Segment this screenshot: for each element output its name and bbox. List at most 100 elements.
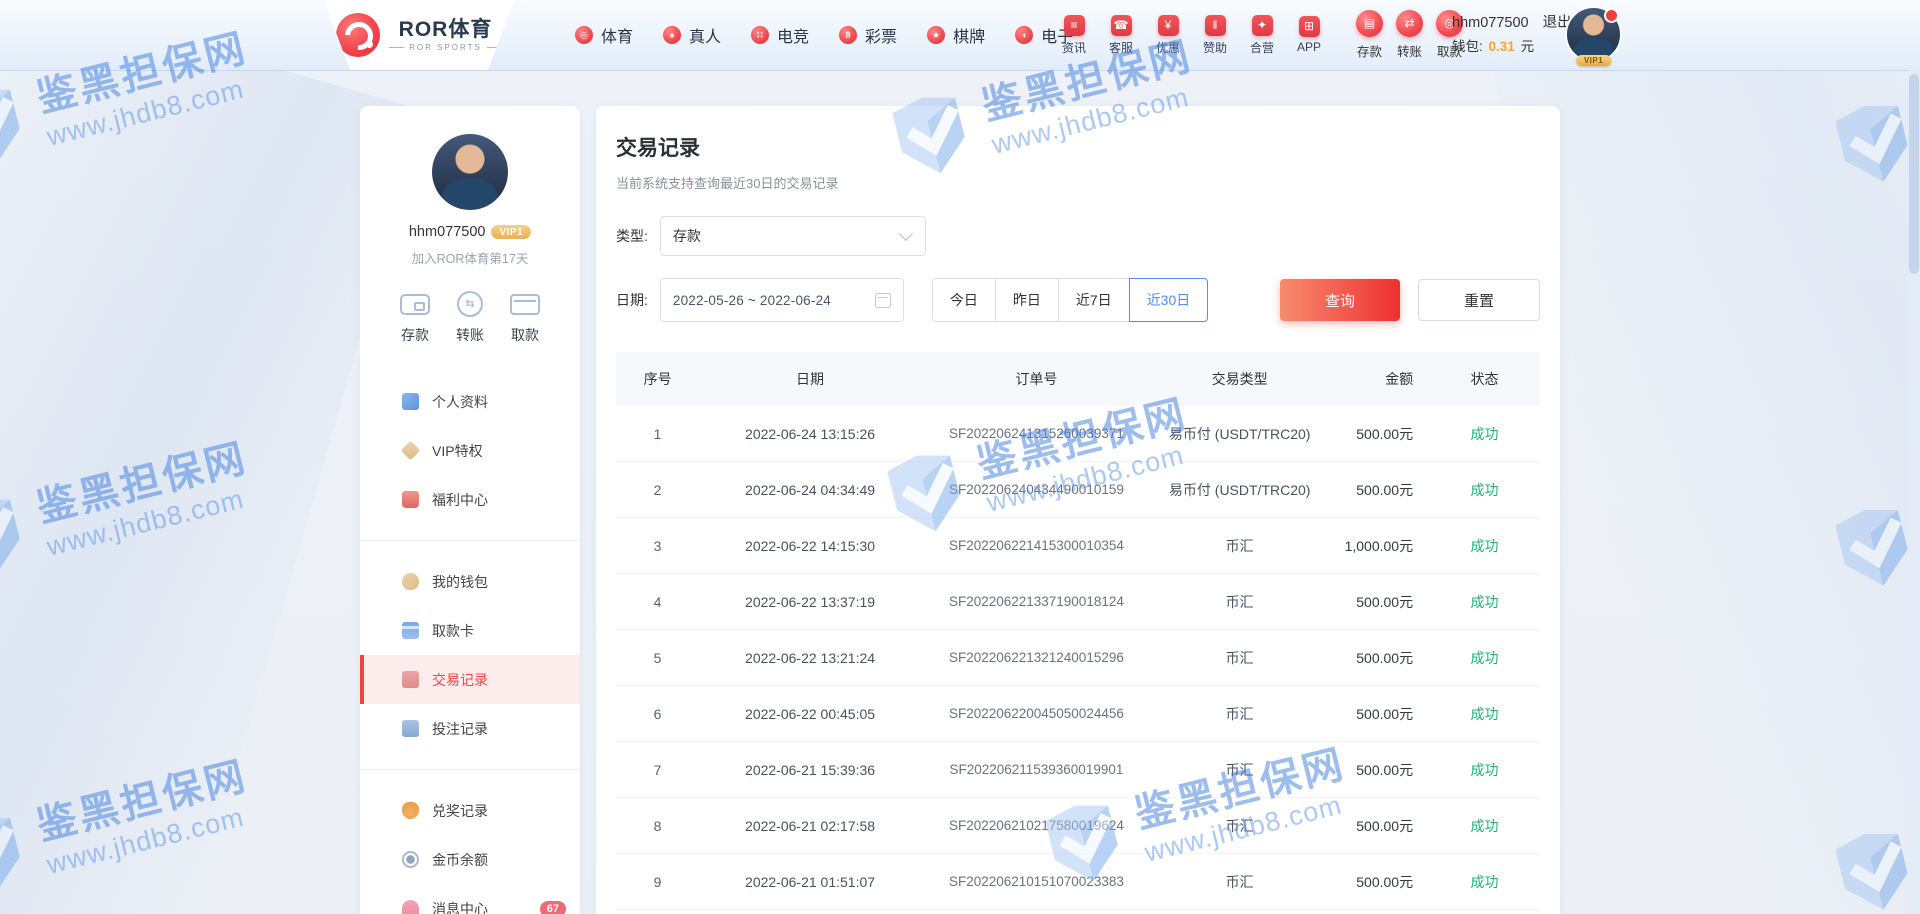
- column-header: 序号: [616, 369, 699, 389]
- quick-link-promo[interactable]: ¥优惠: [1152, 15, 1184, 56]
- watermark: 鉴黑担保网www.jhdb8.com: [0, 749, 261, 909]
- esports-icon: ∷: [751, 26, 769, 44]
- bell-icon: [402, 900, 419, 914]
- page: ROR体育 ROR SPORTS ◎体育♠真人∷电竞8彩票★棋牌◖电子 ≡资讯☎…: [0, 0, 1920, 914]
- search-button[interactable]: 查询: [1280, 279, 1400, 321]
- id-card-icon: [402, 393, 419, 410]
- sidebar-item-messages[interactable]: 消息中心67: [360, 884, 580, 914]
- wallet-balance: 0.31: [1489, 39, 1515, 54]
- range-button-yesterday[interactable]: 昨日: [995, 278, 1059, 322]
- column-header: 交易类型: [1152, 369, 1328, 389]
- date-label: 日期:: [616, 290, 648, 310]
- cell-status: 成功: [1429, 648, 1540, 668]
- watermark-url: www.jhdb8.com: [44, 70, 260, 152]
- user-block: hhm077500 退出 钱包: 0.31 元: [1452, 13, 1572, 57]
- scrollbar[interactable]: [1908, 70, 1920, 914]
- quick-link-app[interactable]: ⊞APP: [1293, 16, 1325, 54]
- brand-swirl-icon: [336, 13, 380, 57]
- quick-link-news[interactable]: ≡资讯: [1058, 15, 1090, 56]
- sidebar-item-wallet[interactable]: 我的钱包: [360, 557, 580, 606]
- nav-item-live[interactable]: ♠真人: [663, 23, 721, 47]
- sidebar-item-prizes[interactable]: 兑奖记录: [360, 786, 580, 835]
- column-header: 状态: [1429, 369, 1540, 389]
- promo-icon: ¥: [1158, 15, 1179, 36]
- wallet-line: 钱包: 0.31 元: [1452, 37, 1572, 57]
- topnav-action-transfer[interactable]: ⇄转账: [1396, 10, 1423, 60]
- cell-date: 2022-06-21 02:17:58: [699, 818, 921, 834]
- range-button-today[interactable]: 今日: [932, 278, 996, 322]
- type-select[interactable]: 存款: [660, 216, 926, 256]
- quick-links: ≡资讯 ☎客服 ¥优惠 ‖赞助 ✦合营 ⊞APP: [1058, 0, 1325, 70]
- bank-card-icon: [402, 622, 419, 639]
- table-row: 12022-06-24 13:15:26SF202206241315260039…: [616, 406, 1540, 462]
- sidebar-action-transfer[interactable]: ⇆转账: [456, 289, 484, 345]
- nav-item-label: 体育: [601, 23, 633, 47]
- dash-left: [389, 47, 404, 48]
- profile-username: hhm077500: [409, 224, 486, 240]
- cell-date: 2022-06-24 04:34:49: [699, 482, 921, 498]
- type-label: 类型:: [616, 226, 648, 246]
- cell-index: 6: [616, 706, 699, 722]
- cell-date: 2022-06-22 14:15:30: [699, 538, 921, 554]
- sidebar-item-label: 金币余额: [432, 850, 488, 870]
- cell-order-no: SF202206221321240015296: [921, 650, 1152, 665]
- cell-status: 成功: [1429, 704, 1540, 724]
- nav-item-chess[interactable]: ★ 棋牌: [927, 23, 985, 47]
- topnav-action-deposit[interactable]: ▤存款: [1356, 10, 1383, 60]
- transfer-outline-icon: ⇆: [457, 291, 483, 317]
- sidebar-item-cards[interactable]: 取款卡: [360, 606, 580, 655]
- logo[interactable]: ROR体育 ROR SPORTS: [324, 0, 514, 70]
- cell-type: 币汇: [1152, 592, 1328, 612]
- cell-type: 币汇: [1152, 760, 1328, 780]
- date-range-input[interactable]: 2022-05-26 ~ 2022-06-24: [660, 278, 904, 322]
- nav-item-sports[interactable]: ◎体育: [575, 23, 633, 47]
- live-icon: ♠: [663, 26, 681, 44]
- cell-type: 币汇: [1152, 816, 1328, 836]
- cell-index: 1: [616, 426, 699, 442]
- avatar[interactable]: VIP1: [1565, 6, 1622, 63]
- sidebar-action-withdraw[interactable]: 取款: [510, 289, 540, 345]
- sidebar-item-transactions[interactable]: 交易记录: [360, 655, 580, 704]
- profile-avatar[interactable]: [432, 134, 508, 210]
- sidebar-item-vip[interactable]: VIP特权: [360, 426, 580, 475]
- cell-amount: 500.00元: [1327, 704, 1429, 724]
- cell-order-no: SF202206221415300010354: [921, 538, 1152, 553]
- cell-status: 成功: [1429, 816, 1540, 836]
- sidebar-item-bets[interactable]: 投注记录: [360, 704, 580, 753]
- table-row: 22022-06-24 04:34:49SF202206240434490010…: [616, 462, 1540, 518]
- sidebar-action-iconwrap: [510, 289, 540, 319]
- cell-type: 易币付 (USDT/TRC20): [1152, 424, 1328, 444]
- piggy-bank-icon: [402, 573, 419, 590]
- nav-item-lottery[interactable]: 8彩票: [839, 23, 897, 47]
- type-filter-row: 类型: 存款: [616, 216, 1540, 256]
- table-row: 62022-06-22 00:45:05SF202206220045050024…: [616, 686, 1540, 742]
- sidebar-item-welfare[interactable]: 福利中心: [360, 475, 580, 524]
- sidebar-action-label: 取款: [511, 325, 539, 345]
- quick-link-service[interactable]: ☎客服: [1105, 15, 1137, 56]
- quick-link-label: 资讯: [1062, 39, 1086, 56]
- wallet-currency: 元: [1521, 39, 1535, 54]
- reset-button[interactable]: 重置: [1418, 279, 1540, 321]
- quick-link-sponsor[interactable]: ‖赞助: [1199, 15, 1231, 56]
- scrollbar-thumb[interactable]: [1909, 74, 1919, 274]
- nav-item-label: 棋牌: [953, 23, 985, 47]
- quick-link-partner[interactable]: ✦合营: [1246, 15, 1278, 56]
- shield-icon: [1822, 497, 1920, 601]
- date-range-value: 2022-05-26 ~ 2022-06-24: [673, 293, 831, 308]
- sidebar-action-iconwrap: ⇆: [457, 289, 483, 319]
- cell-type: 币汇: [1152, 872, 1328, 892]
- app-icon: ⊞: [1299, 16, 1320, 37]
- topnav-wallet-actions: ▤存款⇄转账◎取款: [1356, 0, 1463, 70]
- range-button-last30[interactable]: 近30日: [1129, 278, 1209, 322]
- sidebar-item-profile[interactable]: 个人资料: [360, 377, 580, 426]
- cell-order-no: SF202206210217580019624: [921, 818, 1152, 833]
- username[interactable]: hhm077500: [1452, 15, 1529, 31]
- chess-icon: ★: [927, 26, 945, 44]
- sidebar-quick-actions: 存款 ⇆转账取款: [360, 289, 580, 345]
- sidebar-action-deposit[interactable]: 存款: [400, 289, 430, 345]
- range-button-last7[interactable]: 近7日: [1058, 278, 1130, 322]
- cell-type: 易币付 (USDT/TRC20): [1152, 480, 1328, 500]
- sidebar-item-coins[interactable]: 金币余额: [360, 835, 580, 884]
- nav-item-esports[interactable]: ∷电竞: [751, 23, 809, 47]
- topnav-action-label: 转账: [1397, 41, 1422, 60]
